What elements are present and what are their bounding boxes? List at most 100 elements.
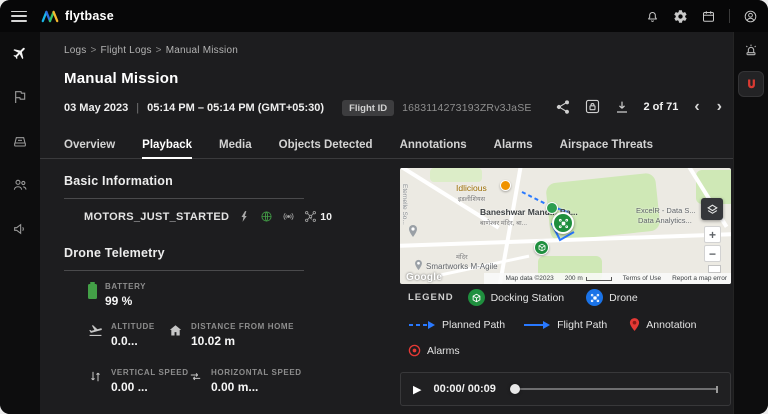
seek-slider[interactable] xyxy=(510,383,718,395)
download-icon[interactable] xyxy=(614,99,630,115)
tab-bar: Overview Playback Media Objects Detected… xyxy=(40,132,733,159)
brand[interactable]: flytbase xyxy=(41,9,114,23)
doorbell-siren-icon[interactable] xyxy=(743,42,759,58)
map-mini-control[interactable] xyxy=(708,265,721,273)
docking-station-marker[interactable] xyxy=(534,240,549,255)
breadcrumb-logs[interactable]: Logs xyxy=(64,45,87,56)
tab-playback[interactable]: Playback xyxy=(142,132,192,158)
right-rail xyxy=(733,32,768,414)
drone-position-marker[interactable] xyxy=(552,212,574,234)
playback-time: 00:00/ 00:09 xyxy=(433,383,495,395)
altitude-telemetry: ALTITUDE 0.0... xyxy=(88,322,155,348)
basic-information-heading: Basic Information xyxy=(64,174,173,188)
satellite-count: 10 xyxy=(304,210,332,223)
red-u-logo-icon xyxy=(744,77,759,92)
flight-takeoff-icon xyxy=(88,323,103,338)
nav-announcements-icon[interactable] xyxy=(12,221,28,237)
mission-date: 03 May 2023 xyxy=(64,102,128,114)
map-layers-button[interactable] xyxy=(701,198,723,220)
poi-excelr-label2: Data Analytics... xyxy=(638,216,692,225)
tab-media[interactable]: Media xyxy=(219,132,252,158)
tab-annotations[interactable]: Annotations xyxy=(400,132,467,158)
horizontal-speed-icon xyxy=(188,369,203,384)
horizontal-speed-telemetry: HORIZONTAL SPEED 0.00 m... xyxy=(188,368,302,394)
header-actions: 2 of 71 ‹ › xyxy=(555,96,725,117)
poi-idlicious-label[interactable]: Idlicious xyxy=(456,183,487,193)
section-divider xyxy=(64,270,304,271)
map-attribution-bar: Map data ©2023 200 m Terms of Use Report… xyxy=(484,273,731,284)
temple-poi-marker[interactable] xyxy=(546,202,558,214)
nav-flights-icon[interactable] xyxy=(12,45,28,61)
legend-row-1: LEGEND Docking Station Drone xyxy=(408,289,638,306)
app-window: flytbase Logs>Flight Logs>Manual Mission… xyxy=(0,0,768,414)
notifications-bell-icon[interactable] xyxy=(645,9,660,24)
nav-dock-icon[interactable] xyxy=(12,133,28,149)
section-divider xyxy=(64,198,304,199)
map-scale: 200 m xyxy=(565,275,612,282)
tab-airspace-threats[interactable]: Airspace Threats xyxy=(560,132,653,158)
next-flight-chevron[interactable]: › xyxy=(714,100,725,114)
horizontal-speed-label: HORIZONTAL SPEED xyxy=(211,368,302,377)
drone-telemetry-heading: Drone Telemetry xyxy=(64,246,165,260)
battery-label: BATTERY xyxy=(105,282,146,291)
page-title: Manual Mission xyxy=(64,70,178,87)
topbar-actions xyxy=(645,9,758,24)
breadcrumb-flight-logs[interactable]: Flight Logs xyxy=(101,45,152,56)
battery-value: 99 % xyxy=(105,294,146,308)
flight-path-legend-icon xyxy=(523,320,551,330)
mission-status-row: MOTORS_JUST_STARTED 10 xyxy=(84,210,332,223)
mission-status: MOTORS_JUST_STARTED xyxy=(84,211,229,223)
terms-of-use-link[interactable]: Terms of Use xyxy=(623,275,661,282)
left-nav-rail xyxy=(0,32,40,414)
docking-station-legend-label: Docking Station xyxy=(491,292,565,304)
vertical-speed-value: 0.00 ... xyxy=(111,380,189,394)
vertical-speed-label: VERTICAL SPEED xyxy=(111,368,189,377)
altitude-value: 0.0... xyxy=(111,334,155,348)
topbar: flytbase xyxy=(0,0,768,32)
poi-mandir-label: मंदिर xyxy=(456,252,468,261)
poi-excelr-label[interactable]: ExcelR - Data S... xyxy=(636,206,696,215)
restaurant-poi-marker[interactable] xyxy=(500,180,511,191)
play-button[interactable]: ▶ xyxy=(413,383,421,396)
account-icon[interactable] xyxy=(743,9,758,24)
nav-missions-flag-icon[interactable] xyxy=(12,89,28,105)
settings-gear-icon[interactable] xyxy=(673,9,688,24)
breadcrumb: Logs>Flight Logs>Manual Mission xyxy=(64,45,238,56)
gps-globe-icon xyxy=(260,210,273,223)
vault-lock-icon[interactable] xyxy=(582,96,603,117)
slider-handle[interactable] xyxy=(510,384,520,394)
street-name-label: Eternelle So... xyxy=(401,184,408,225)
breadcrumb-separator: > xyxy=(91,45,97,56)
scale-bar xyxy=(586,277,612,281)
alarms-legend-label: Alarms xyxy=(427,345,460,357)
legend-title: LEGEND xyxy=(408,292,454,303)
share-icon[interactable] xyxy=(555,99,571,115)
pagination-count: 2 of 71 xyxy=(643,101,678,113)
map-pin[interactable] xyxy=(408,224,418,243)
map-park-area xyxy=(430,168,482,182)
calendar-icon[interactable] xyxy=(701,9,716,24)
slider-end-tick xyxy=(716,386,718,393)
map-zoom-in-button[interactable]: + xyxy=(704,226,721,243)
report-map-error-link[interactable]: Report a map error xyxy=(672,275,727,282)
map-panel[interactable]: Eternelle So... Idlicious इडलीशियस Banes… xyxy=(400,168,731,284)
menu-icon[interactable] xyxy=(11,11,27,22)
breadcrumb-current: Manual Mission xyxy=(166,45,238,56)
tab-objects-detected[interactable]: Objects Detected xyxy=(279,132,373,158)
planned-path-legend-icon xyxy=(408,320,436,330)
poi-idlicious-hindi-label: इडलीशियस xyxy=(458,194,485,203)
annotation-legend-icon xyxy=(629,317,640,332)
brand-name: flytbase xyxy=(65,9,114,23)
playback-bar: ▶ 00:00/ 00:09 xyxy=(400,372,731,406)
poi-smartworks-label[interactable]: Smartworks M-Agile xyxy=(426,262,498,271)
map-zoom-out-button[interactable]: − xyxy=(704,245,721,262)
prev-flight-chevron[interactable]: ‹ xyxy=(691,100,702,114)
meta-pipe: | xyxy=(136,102,139,114)
slider-track[interactable] xyxy=(510,388,718,390)
tab-overview[interactable]: Overview xyxy=(64,132,115,158)
app-dock-item[interactable] xyxy=(738,71,764,97)
nav-users-icon[interactable] xyxy=(12,177,28,193)
poi-baneshwar-hindi-label: बाणेश्वर मंदिर, बा... xyxy=(480,218,527,227)
tab-alarms[interactable]: Alarms xyxy=(494,132,533,158)
distance-label: DISTANCE FROM HOME xyxy=(191,322,294,331)
